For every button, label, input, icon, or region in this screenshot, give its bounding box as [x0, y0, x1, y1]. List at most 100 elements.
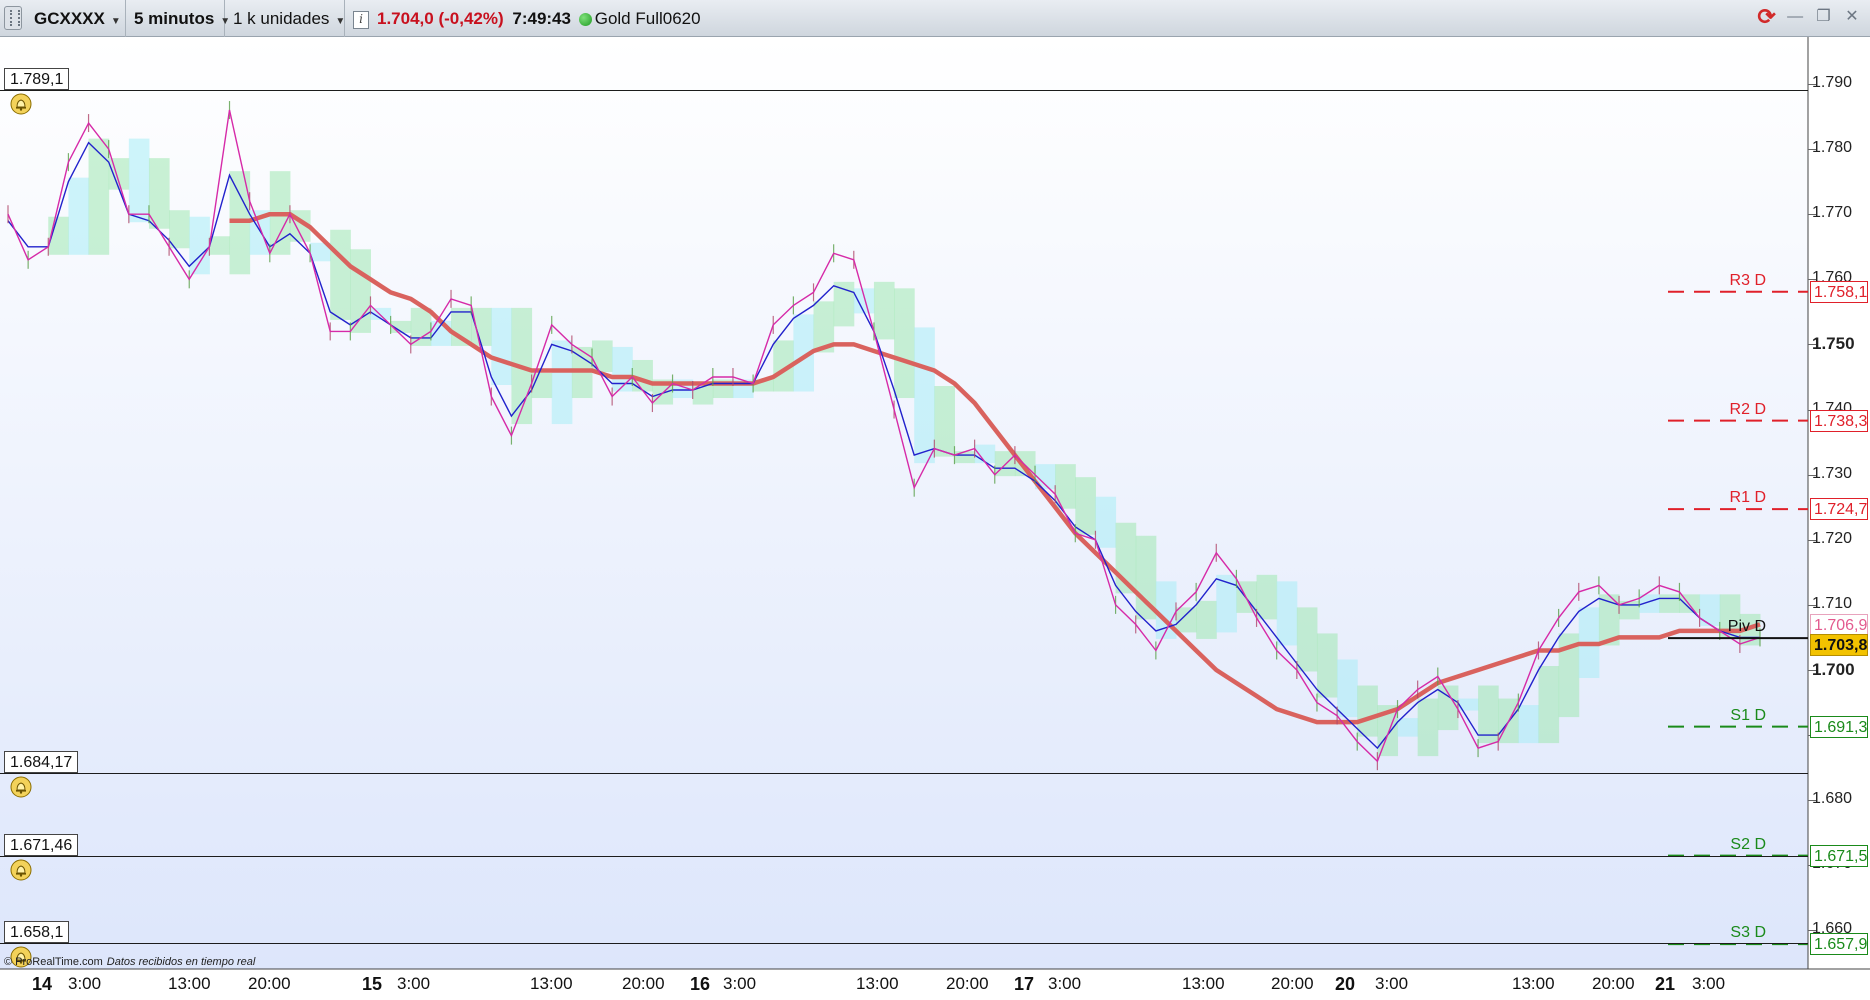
price-axis-label: 1.750 [1812, 334, 1855, 354]
pivot-value-label: 1.758,1 [1810, 280, 1868, 303]
pivot-name-label: S1 D [1730, 706, 1766, 724]
price-axis-label: 1.790 [1812, 74, 1853, 91]
pivot-name-label: Piv D [1727, 618, 1766, 636]
bell-icon[interactable] [10, 859, 32, 881]
chart-toolbar: GCXXXX ▼ 5 minutos ▼ 1 k unidades ▼ i 1.704,… [0, 0, 1870, 37]
time-axis-hour-label: 3:00 [1692, 974, 1726, 993]
cloud-segment [1216, 574, 1237, 633]
price-axis-label: 1.700 [1812, 660, 1855, 679]
pivot-name-label: R1 D [1729, 489, 1766, 507]
cloud-segment [68, 177, 90, 255]
footer-brand: © ProRealTime.com [4, 956, 103, 968]
cloud-segment [169, 210, 190, 249]
window-controls: ⟳ — ❐ ✕ [1753, 6, 1862, 31]
footer-status: Datos recibidos en tiempo real [106, 956, 256, 968]
price-axis-label: 1.730 [1812, 464, 1853, 482]
cloud-segment [1055, 464, 1076, 509]
info-icon[interactable]: i [353, 10, 369, 29]
time-axis-hour-label: 20:00 [1271, 974, 1314, 993]
last-price: 1.704,0 (-0,42%) [377, 9, 504, 28]
price-axis-label: 1.770 [1812, 204, 1853, 222]
cloud-segment [1518, 705, 1539, 744]
instrument-name: Gold Full0620 [594, 9, 701, 28]
cloud-segment [612, 346, 633, 392]
cloud-segment [551, 340, 573, 425]
time-axis-day-label: 14 [32, 974, 53, 994]
status-dot-icon [578, 13, 592, 27]
cloud-segment [954, 451, 976, 464]
cloud-segment [1256, 574, 1278, 620]
cloud-segment [1538, 666, 1560, 744]
price-axis-label: 1.710 [1812, 594, 1853, 612]
time-axis-hour-label: 13:00 [1182, 974, 1225, 993]
horizontal-level-line[interactable] [0, 942, 1808, 944]
cloud-segment [128, 138, 150, 223]
close-icon[interactable]: ✕ [1842, 7, 1862, 27]
price-axis-label: 1.680 [1812, 790, 1853, 808]
pivot-name-label: S3 D [1730, 924, 1766, 942]
cloud-segment [1357, 685, 1378, 737]
horizontal-level-line[interactable] [0, 89, 1808, 91]
time-axis-day-label: 17 [1014, 974, 1035, 994]
cloud-segment [1316, 633, 1338, 698]
current-price-tag: 1.703,8 [1810, 634, 1868, 657]
bell-icon[interactable] [10, 93, 32, 115]
cloud-segment [934, 386, 955, 457]
bell-icon[interactable] [10, 776, 32, 798]
cloud-segment [914, 327, 935, 464]
time-axis-hour-label: 20:00 [248, 974, 291, 993]
cloud-segment [471, 307, 492, 346]
cloud-segment [108, 158, 130, 190]
pivot-name-label: R2 D [1729, 400, 1766, 418]
drag-handle[interactable] [4, 6, 22, 30]
cloud-segment [88, 138, 110, 255]
quote-time: 7:49:43 [512, 9, 571, 28]
time-axis-hour-label: 3:00 [68, 974, 102, 993]
horizontal-level-line[interactable] [0, 855, 1808, 857]
pivot-name-label: R3 D [1729, 271, 1766, 289]
units-label: 1 k unidades [233, 9, 330, 28]
cloud-segment [1196, 600, 1217, 639]
cloud-segment [350, 249, 371, 333]
time-axis-hour-label: 13:00 [168, 974, 211, 993]
minimize-icon[interactable]: — [1785, 7, 1805, 27]
cloud-segment [1296, 607, 1318, 672]
timeframe-selector[interactable]: 5 minutos ▼ [126, 0, 230, 37]
time-axis-hour-label: 20:00 [622, 974, 665, 993]
cloud-segment [410, 307, 432, 346]
time-axis-hour-label: 3:00 [1048, 974, 1082, 993]
time-axis-hour-label: 20:00 [1592, 974, 1635, 993]
cloud-segment [189, 216, 210, 275]
cloud-segment [1679, 594, 1701, 613]
time-axis-day-label: 20 [1335, 974, 1356, 994]
chevron-down-icon: ▼ [110, 16, 121, 27]
units-selector[interactable]: 1 k unidades ▼ [225, 0, 345, 37]
pivot-name-label: S2 D [1730, 835, 1766, 853]
symbol-label: GCXXXX [34, 9, 105, 28]
cloud-segment [1276, 581, 1298, 646]
symbol-selector[interactable]: GCXXXX ▼ [26, 0, 126, 37]
cloud-segment [1075, 477, 1096, 535]
restore-icon[interactable]: ❐ [1814, 7, 1834, 27]
cloud-segment [209, 236, 231, 255]
time-axis-hour-label: 20:00 [946, 974, 989, 993]
level-value-label: 1.658,1 [4, 920, 70, 943]
level-value-label: 1.789,1 [4, 67, 70, 90]
cloud-segment [974, 444, 996, 464]
horizontal-level-line[interactable] [0, 773, 1808, 775]
cloud-segment [1417, 698, 1439, 757]
pivot-value-label: 1.691,3 [1810, 715, 1868, 738]
cloud-segment [894, 288, 915, 399]
pivot-value-label: 1.671,5 [1810, 844, 1868, 867]
time-axis-day-label: 15 [362, 974, 383, 994]
cloud-segment [491, 307, 512, 385]
refresh-icon[interactable]: ⟳ [1757, 6, 1777, 28]
time-axis-hour-label: 13:00 [1512, 974, 1555, 993]
cloud-segment [873, 281, 895, 340]
cloud-segment [330, 229, 351, 320]
time-axis-hour-label: 3:00 [1375, 974, 1409, 993]
time-axis-hour-label: 3:00 [397, 974, 431, 993]
cloud-segment [531, 373, 553, 399]
time-axis-hour-label: 13:00 [856, 974, 899, 993]
pivot-value-label: 1.724,7 [1810, 498, 1868, 521]
